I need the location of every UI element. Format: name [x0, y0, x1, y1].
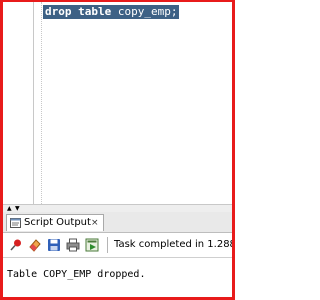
eraser-icon[interactable]	[28, 238, 42, 252]
print-icon[interactable]	[66, 238, 80, 252]
sql-keyword-table: table	[78, 5, 112, 18]
close-icon[interactable]: ×	[91, 215, 99, 231]
task-status-text: Task completed in 1.288	[114, 239, 235, 250]
sql-editor[interactable]: drop table copy_emp;	[3, 2, 232, 204]
output-tab-bar: Script Output ×	[3, 212, 232, 233]
save-icon[interactable]	[47, 238, 61, 252]
output-toolbar: Task completed in 1.288	[3, 233, 232, 258]
window-frame: drop table copy_emp; ▲ ▼ Script Output ×	[0, 0, 235, 300]
tab-label: Script Output	[24, 217, 91, 228]
sql-keyword-drop: drop	[45, 5, 72, 18]
fold-guide	[41, 2, 42, 204]
toolbar-separator	[107, 237, 108, 253]
sql-statement-line[interactable]: drop table copy_emp;	[43, 5, 180, 19]
tab-script-output[interactable]: Script Output ×	[6, 214, 104, 231]
script-output-icon	[10, 218, 21, 228]
sql-table-name: copy_emp;	[117, 5, 178, 18]
script-output-panel: Script Output × Task completed in 1.288 …	[3, 212, 232, 297]
export-icon[interactable]	[85, 238, 99, 252]
line-number-gutter	[3, 2, 34, 204]
script-output-text: Table COPY_EMP dropped.	[7, 269, 146, 280]
pin-icon[interactable]	[9, 238, 23, 252]
